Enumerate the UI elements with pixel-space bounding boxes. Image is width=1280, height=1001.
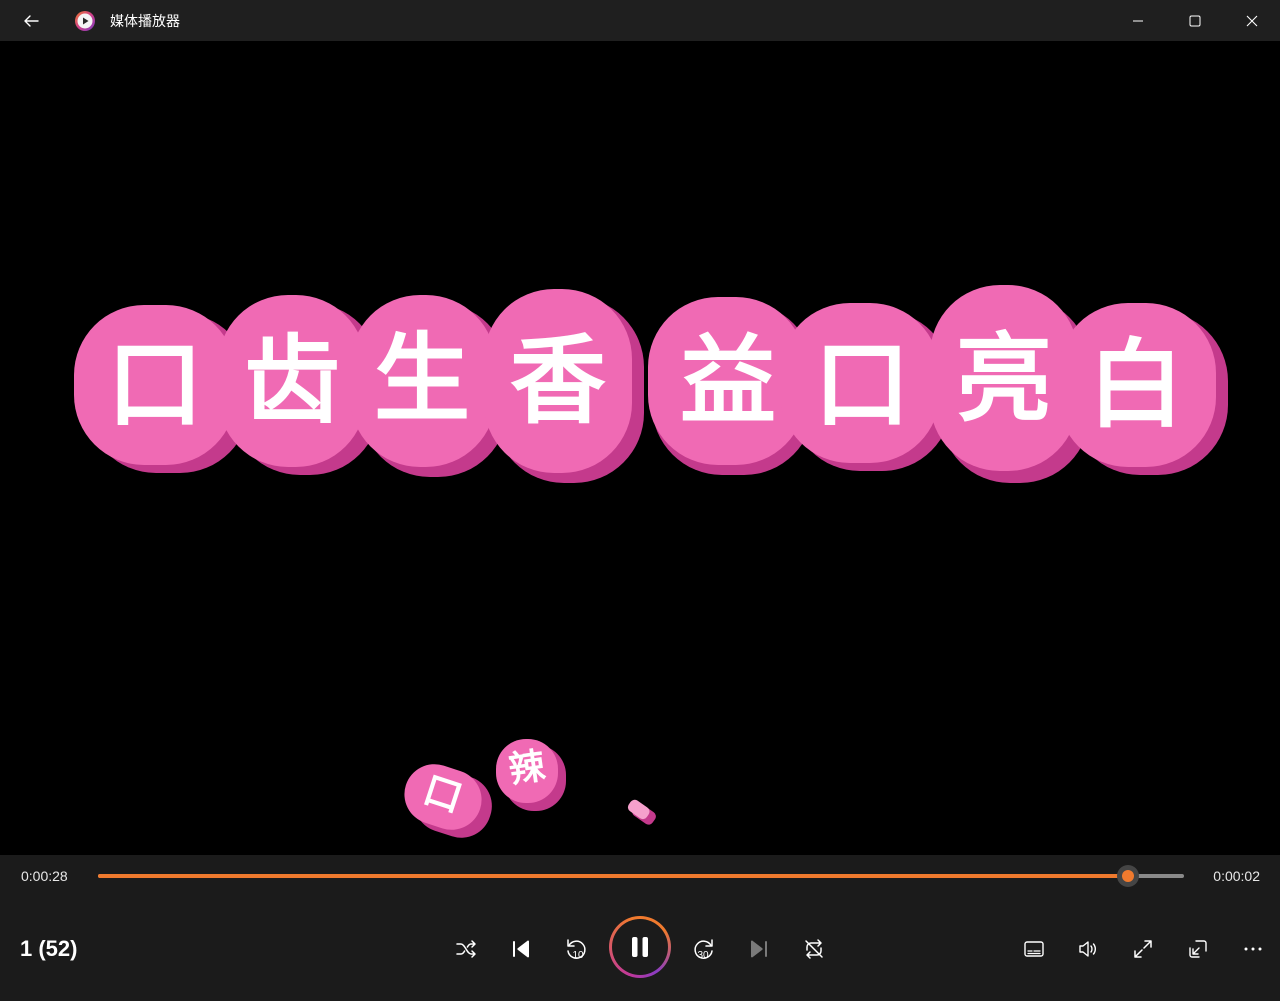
seek-bar[interactable] bbox=[98, 865, 1184, 887]
close-icon bbox=[1246, 15, 1257, 26]
fullscreen-icon bbox=[1134, 940, 1152, 958]
next-track-icon bbox=[751, 940, 767, 958]
previous-track-icon bbox=[513, 940, 529, 958]
maximize-icon bbox=[1189, 15, 1200, 26]
play-pause-inner bbox=[612, 919, 668, 975]
skip-back-button[interactable]: 10 bbox=[558, 931, 594, 967]
playlist-position: 1 (52) bbox=[20, 936, 78, 961]
window-title: 媒体播放器 bbox=[110, 12, 180, 29]
miniplayer-icon bbox=[1189, 940, 1207, 958]
video-frame-artwork bbox=[74, 285, 1228, 838]
seek-thumb[interactable] bbox=[1116, 865, 1139, 887]
next-button[interactable] bbox=[741, 931, 777, 967]
minimize-button[interactable] bbox=[1109, 0, 1166, 41]
skip-back-label: 10 bbox=[572, 950, 584, 961]
subtitles-button[interactable] bbox=[1016, 931, 1052, 967]
play-pause-button[interactable] bbox=[609, 916, 671, 978]
media-player-app-icon bbox=[75, 10, 95, 31]
seek-thumb-dot bbox=[1121, 870, 1134, 882]
maximize-button[interactable] bbox=[1166, 0, 1223, 41]
repeat-icon bbox=[805, 939, 823, 959]
close-button[interactable] bbox=[1223, 0, 1280, 41]
skip-forward-button[interactable]: 30 bbox=[686, 931, 722, 967]
more-icon bbox=[1244, 947, 1262, 951]
skip-back-10-icon: 10 bbox=[567, 939, 586, 961]
shuffle-icon bbox=[456, 940, 476, 958]
volume-button[interactable] bbox=[1070, 931, 1106, 967]
back-arrow-icon bbox=[24, 14, 39, 27]
subtitles-icon bbox=[1024, 941, 1044, 957]
volume-icon bbox=[1079, 941, 1096, 957]
more-options-button[interactable] bbox=[1235, 931, 1271, 967]
previous-button[interactable] bbox=[503, 931, 539, 967]
shuffle-button[interactable] bbox=[448, 931, 484, 967]
back-button[interactable] bbox=[0, 0, 62, 41]
remaining-time: 0:00:02 bbox=[1213, 868, 1260, 884]
fullscreen-button[interactable] bbox=[1125, 931, 1161, 967]
elapsed-time: 0:00:28 bbox=[21, 868, 68, 884]
minimize-icon bbox=[1132, 20, 1143, 21]
skip-forward-label: 30 bbox=[697, 950, 709, 961]
miniplayer-button[interactable] bbox=[1180, 931, 1216, 967]
seek-bar-progress bbox=[98, 874, 1128, 878]
title-bar: 媒体播放器 bbox=[0, 0, 1280, 41]
repeat-button[interactable] bbox=[796, 931, 832, 967]
transport-controls: 0:00:28 0:00:02 1 (52) 10 30 bbox=[0, 855, 1280, 1001]
pause-icon bbox=[632, 937, 648, 957]
skip-forward-30-icon: 30 bbox=[694, 939, 713, 961]
video-surface[interactable]: 口 齿 生 香 益 口 亮 白 口 辣 bbox=[0, 41, 1280, 855]
